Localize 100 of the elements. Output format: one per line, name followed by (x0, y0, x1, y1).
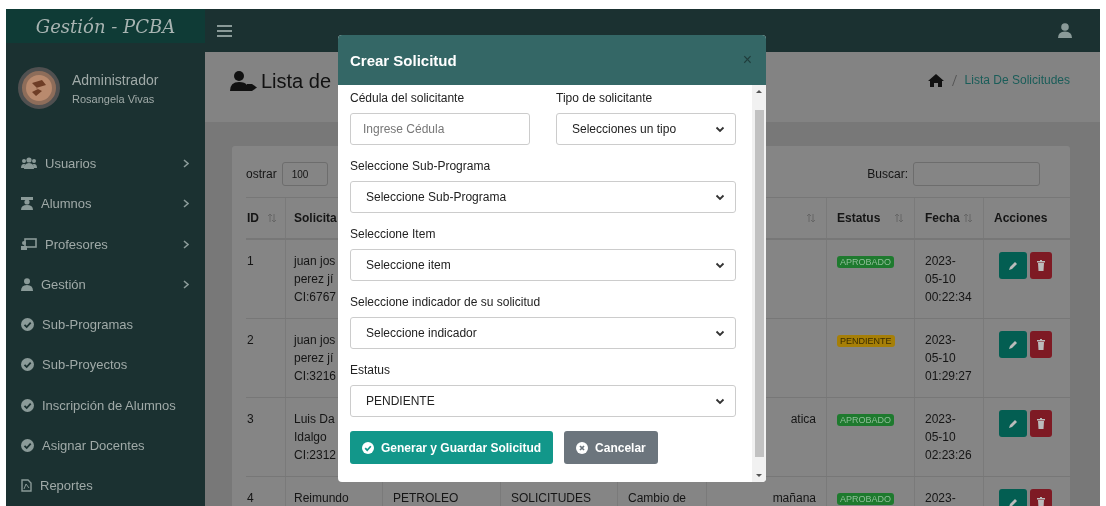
table-cell-text: mañana (772, 490, 816, 506)
delete-button[interactable] (1030, 410, 1052, 437)
pencil-icon (1008, 260, 1018, 271)
table-cell-text: Luis Da (294, 411, 335, 428)
table-cell-text: 05-10 (925, 271, 956, 288)
id-cell-text: 4 (247, 490, 254, 506)
field-label: Tipo de solicitante (556, 91, 654, 105)
user-icon[interactable] (1058, 23, 1072, 38)
dropdown-field[interactable]: Seleccione item (350, 249, 736, 281)
id-cell-text: 2 (247, 332, 254, 349)
field-label: Seleccione Item (350, 227, 437, 241)
delete-button[interactable] (1030, 331, 1052, 358)
field-label: Estatus (350, 363, 392, 377)
scroll-up-icon[interactable] (756, 89, 762, 94)
status-badge: APROBADO (837, 256, 894, 268)
status-badge: APROBADO (837, 493, 894, 505)
table-cell-text: 00:22:34 (925, 289, 972, 306)
pencil-icon (1008, 339, 1018, 350)
pencil-icon (1008, 497, 1018, 506)
chevron-right-icon (183, 239, 189, 249)
table-cell-text: 02:23:26 (925, 447, 972, 464)
column-header[interactable]: Acciones (994, 211, 1048, 225)
column-header[interactable]: Estatus (837, 211, 881, 225)
trash-icon (1037, 418, 1045, 429)
edit-button[interactable] (999, 410, 1027, 437)
id-cell-text: 3 (247, 411, 254, 428)
table-cell-text: Reimundo (294, 490, 349, 506)
form-button[interactable]: Cancelar (564, 431, 658, 464)
menu-icon[interactable] (217, 24, 232, 37)
table-cell-text: perez jí (294, 350, 334, 367)
avatar-logo-icon (18, 67, 60, 110)
dropdown-field[interactable]: Seleccione indicador (350, 317, 736, 349)
user-tag-icon (230, 71, 257, 91)
brand-logo-text[interactable]: Gestión - PCBA (35, 15, 176, 37)
sidebar-item[interactable]: Usuarios (6, 143, 205, 184)
table-cell-text: CI:6767 (294, 289, 337, 306)
table-cell-text: juan jos (294, 253, 336, 270)
column-header[interactable]: ID (247, 211, 259, 225)
scrollbar[interactable] (752, 85, 766, 482)
caret-icon (715, 329, 725, 337)
check-circle-icon (21, 358, 34, 372)
delete-button[interactable] (1030, 252, 1052, 279)
sidebar-item[interactable]: Gestión (6, 264, 205, 305)
edit-button[interactable] (999, 331, 1027, 358)
sidebar-item[interactable]: Inscripción de Alumnos (6, 385, 205, 426)
student-icon (21, 197, 33, 211)
user-name: Rosangela Vivas (72, 92, 156, 105)
users-icon (21, 157, 37, 170)
trash-icon (1037, 260, 1045, 271)
table-cell-text: 05-10 (925, 350, 956, 367)
table-cell-text: 01:29:27 (925, 368, 972, 385)
table-cell-text: 05-10 (925, 429, 956, 446)
field-label: Seleccione indicador de su solicitud (350, 295, 542, 309)
breadcrumb-separator-icon (951, 74, 957, 86)
sidebar-item[interactable]: Asignar Docentes (6, 425, 205, 466)
chevron-right-icon (183, 279, 189, 289)
table-cell-text: 2023- (925, 332, 956, 349)
field-label: Cédula del solicitante (350, 91, 466, 105)
chevron-right-icon (183, 158, 189, 168)
status-badge: APROBADO (837, 414, 894, 426)
document-icon (21, 479, 32, 493)
check-circle-icon (21, 439, 34, 453)
id-number-field[interactable]: Ingrese Cédula (350, 113, 530, 145)
form-button[interactable]: Generar y Guardar Solicitud (350, 431, 554, 464)
search-label: Buscar: (867, 167, 908, 181)
search-field[interactable] (913, 162, 1040, 186)
caret-icon (715, 125, 725, 133)
table-cell-text: 2023- (925, 490, 956, 506)
table-cell-text: atica (790, 411, 816, 428)
status-badge: PENDIENTE (837, 335, 895, 347)
table-cell-text: perez jí (294, 271, 334, 288)
trash-icon (1037, 497, 1045, 506)
sidebar-item[interactable]: Profesores (6, 223, 205, 265)
entries-select[interactable]: 100 (281, 162, 328, 186)
caret-icon (715, 397, 725, 405)
sidebar-item[interactable]: Alumnos (6, 183, 205, 224)
dialog-title: Crear Solicitud (350, 51, 457, 69)
sidebar-item[interactable]: Sub-Programas (6, 304, 205, 345)
scroll-down-icon[interactable] (756, 473, 762, 478)
table-cell-text: SOLICITUDES (511, 490, 591, 506)
table-cell-text: 2023- (925, 411, 956, 428)
column-header[interactable]: Solicita (294, 211, 337, 225)
chevron-right-icon (183, 199, 189, 209)
sidebar-item[interactable]: Reportes (6, 465, 205, 506)
table-cell-text: juan jos (294, 332, 336, 349)
caret-icon (715, 261, 725, 269)
check-circle-icon (21, 398, 34, 412)
home-icon[interactable] (927, 73, 944, 87)
dropdown-field[interactable]: Selecciones un tipo (556, 113, 736, 145)
page-title: Lista de (261, 69, 332, 93)
id-cell-text: 1 (247, 253, 254, 270)
edit-button[interactable] (999, 252, 1027, 279)
caret-icon (715, 193, 725, 201)
table-cell-text: 2023- (925, 253, 956, 270)
dropdown-field[interactable]: PENDIENTE (350, 385, 736, 417)
column-header[interactable]: Fecha (925, 211, 960, 225)
sidebar-item[interactable]: Sub-Proyectos (6, 344, 205, 386)
table-cell-text: CI:2312 (294, 447, 337, 464)
dropdown-field[interactable]: Seleccione Sub-Programa (350, 181, 736, 213)
chalkboard-icon (21, 238, 37, 251)
